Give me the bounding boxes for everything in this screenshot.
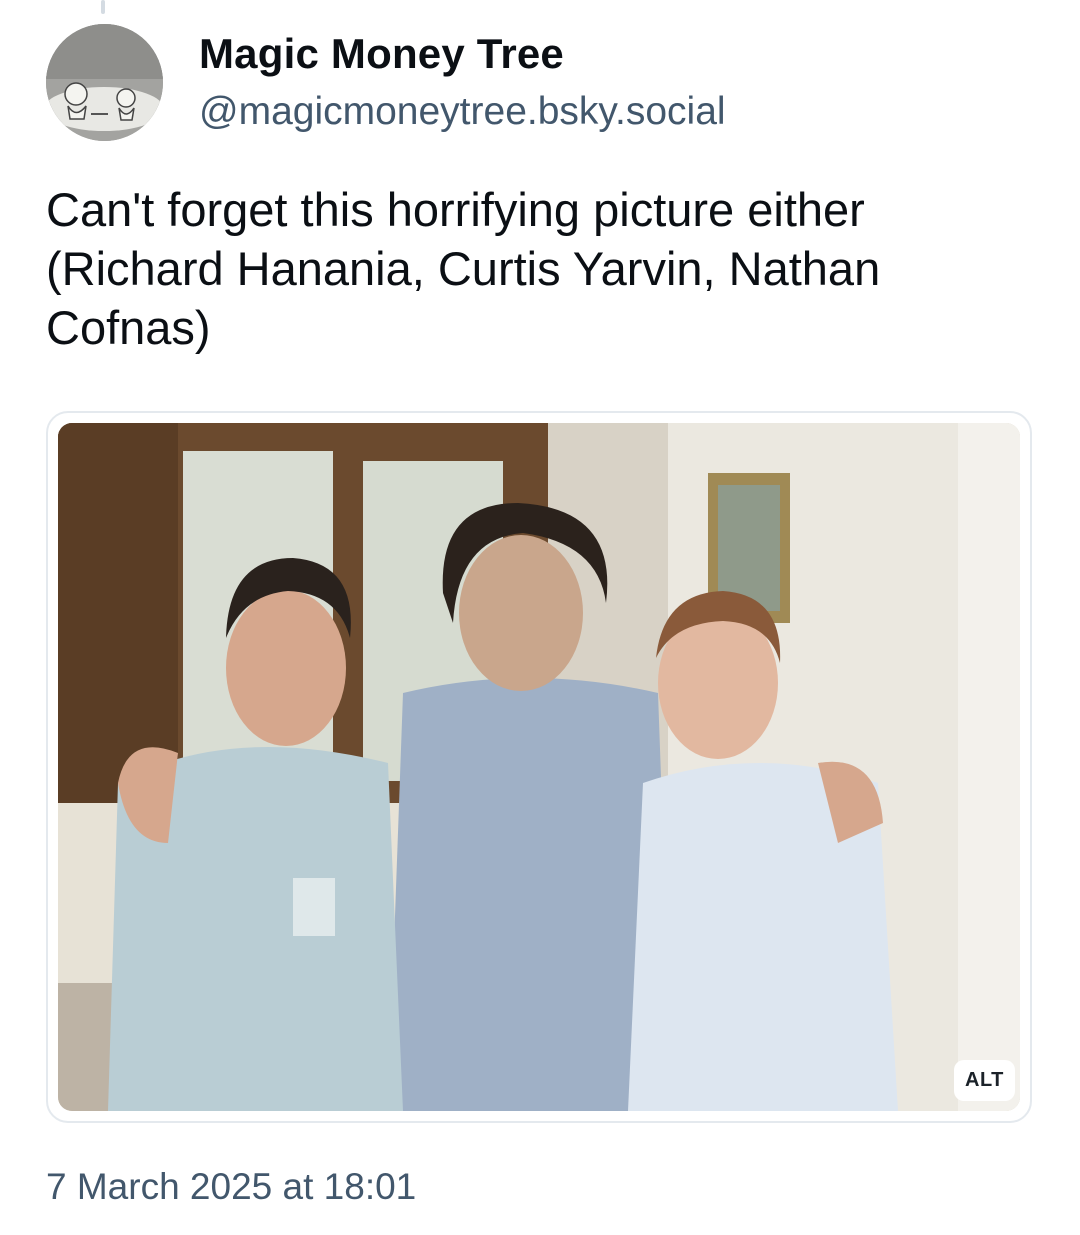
post-timestamp[interactable]: 7 March 2025 at 18:01 — [46, 1166, 416, 1208]
photo-image — [58, 423, 1020, 1111]
author-avatar[interactable] — [46, 24, 163, 141]
post-text: Can't forget this horrifying picture eit… — [46, 183, 881, 354]
author-handle[interactable]: @magicmoneytree.bsky.social — [199, 90, 726, 134]
image-embed[interactable]: ALT — [46, 411, 1032, 1123]
thread-connector-line — [101, 0, 105, 14]
post-photo[interactable]: ALT — [58, 423, 1020, 1111]
author-display-name[interactable]: Magic Money Tree — [199, 30, 564, 78]
alt-text-badge[interactable]: ALT — [954, 1060, 1015, 1101]
avatar-image — [46, 24, 163, 141]
